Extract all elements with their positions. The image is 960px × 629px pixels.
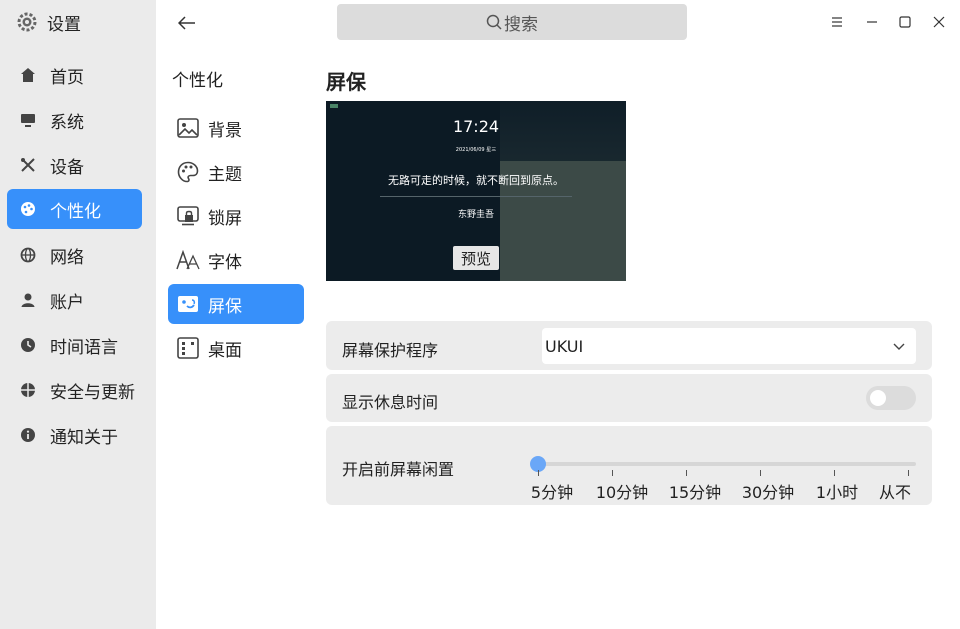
monitor-icon [19, 111, 37, 129]
preview-time: 17:24 [452, 117, 500, 136]
desktop-icon [176, 336, 200, 360]
subnav-item-desktop[interactable]: 桌面 [168, 328, 304, 368]
screensaver-preview: 17:24 2021/06/09 星三 无路可走的时候，就不断回到原点。 东野圭… [326, 101, 626, 281]
sidebar-item-notice-about[interactable]: 通知关于 [7, 415, 142, 455]
sidebar-item-label: 网络 [50, 247, 84, 268]
subnav-item-label: 锁屏 [208, 208, 242, 229]
sidebar-item-devices[interactable]: 设备 [7, 145, 142, 185]
sidebar-item-label: 系统 [50, 112, 84, 133]
slider-tick-label: 从不 [878, 483, 912, 502]
preview-date: 2021/06/09 星三 [455, 147, 497, 153]
slider-tick-label: 5分钟 [530, 483, 574, 502]
slider-tick [908, 470, 909, 476]
sidebar-item-network[interactable]: 网络 [7, 235, 142, 275]
preview-quote: 无路可走的时候，就不断回到原点。 [388, 174, 564, 187]
preview-divider [380, 196, 572, 197]
sidebar-item-label: 安全与更新 [50, 382, 135, 403]
slider-tick [834, 470, 835, 476]
toggle-knob [870, 390, 886, 406]
close-icon[interactable] [929, 12, 949, 32]
preview-logo-icon [330, 104, 338, 108]
sidebar-item-label: 设备 [50, 157, 84, 178]
subnav-item-label: 背景 [208, 120, 242, 141]
screensaver-program-label: 屏幕保护程序 [342, 341, 439, 360]
settings-gear-icon [16, 11, 38, 33]
slider-tick [612, 470, 613, 476]
info-icon [19, 426, 37, 444]
subnav-item-label: 主题 [208, 164, 242, 185]
sidebar-item-time-language[interactable]: 时间语言 [7, 325, 142, 365]
clock-icon [19, 336, 37, 354]
palette-icon [19, 200, 37, 218]
sidebar-item-label: 账户 [50, 292, 84, 313]
subnav-item-theme[interactable]: 主题 [168, 152, 304, 192]
subnav-item-label: 桌面 [208, 340, 242, 361]
sidebar-item-label: 时间语言 [50, 337, 118, 358]
preview-button[interactable]: 预览 [453, 246, 499, 270]
subnav-item-lockscreen[interactable]: 锁屏 [168, 196, 304, 236]
screensaver-icon [176, 292, 200, 316]
search-icon [486, 14, 502, 30]
user-icon [19, 291, 37, 309]
tools-icon [19, 156, 37, 174]
sidebar-item-system[interactable]: 系统 [7, 100, 142, 140]
subnav-item-screensaver[interactable]: 屏保 [168, 284, 304, 324]
slider-tick-label: 30分钟 [741, 483, 795, 502]
globe-icon [19, 246, 37, 264]
show-rest-time-label: 显示休息时间 [342, 393, 439, 412]
show-rest-time-row: 显示休息时间 [326, 374, 932, 422]
show-rest-time-toggle[interactable] [866, 386, 916, 410]
app-title: 设置 [16, 8, 81, 36]
subnav-item-label: 屏保 [208, 296, 242, 317]
back-arrow-icon[interactable] [176, 12, 198, 34]
sidebar-item-security[interactable]: 安全与更新 [7, 370, 142, 410]
screensaver-program-value: UKUI [545, 336, 584, 356]
preview-author: 东野圭吾 [457, 210, 494, 220]
lockscreen-icon [176, 204, 200, 228]
subnav-title: 个性化 [172, 71, 223, 91]
screensaver-program-row: 屏幕保护程序 UKUI [326, 321, 932, 370]
sidebar-item-home[interactable]: 首页 [7, 55, 142, 95]
sidebar-item-label: 首页 [50, 67, 84, 88]
sidebar: 设置 首页 系统 设备 个性化 网络 账户 时间语言 安全与更新 通知关于 [0, 0, 156, 629]
sidebar-item-account[interactable]: 账户 [7, 280, 142, 320]
slider-tick-label: 15分钟 [668, 483, 722, 502]
shield-icon [19, 381, 37, 399]
slider-tick [538, 470, 539, 476]
slider-tick-label: 10分钟 [595, 483, 649, 502]
idle-time-label: 开启前屏幕闲置 [342, 460, 455, 479]
app-title-text: 设置 [47, 14, 81, 35]
slider-tick [686, 470, 687, 476]
subnav-item-font[interactable]: 字体 [168, 240, 304, 280]
subnav-item-label: 字体 [208, 252, 242, 273]
menu-icon[interactable] [827, 12, 847, 32]
sidebar-item-label: 通知关于 [50, 427, 118, 448]
minimize-icon[interactable] [862, 12, 882, 32]
search-input[interactable]: 搜索 [337, 4, 687, 40]
sidebar-item-label: 个性化 [50, 201, 101, 222]
home-icon [19, 66, 37, 84]
idle-time-row: 开启前屏幕闲置 5分钟 10分钟 15分钟 30分钟 1小时 从不 [326, 426, 932, 505]
image-icon [176, 116, 200, 140]
font-icon [176, 248, 200, 272]
palette-icon [176, 160, 200, 184]
sidebar-item-personalize[interactable]: 个性化 [7, 189, 142, 229]
slider-tick [760, 470, 761, 476]
search-placeholder: 搜索 [504, 14, 538, 35]
screensaver-program-select[interactable]: UKUI [542, 328, 916, 364]
maximize-icon[interactable] [895, 12, 915, 32]
subnav: 个性化 背景 主题 锁屏 字体 屏保 桌面 [156, 0, 314, 629]
page-title: 屏保 [326, 70, 366, 94]
slider-tick-label: 1小时 [815, 483, 859, 502]
idle-time-slider-track[interactable] [538, 462, 916, 466]
subnav-item-background[interactable]: 背景 [168, 108, 304, 148]
chevron-down-icon [892, 339, 906, 353]
